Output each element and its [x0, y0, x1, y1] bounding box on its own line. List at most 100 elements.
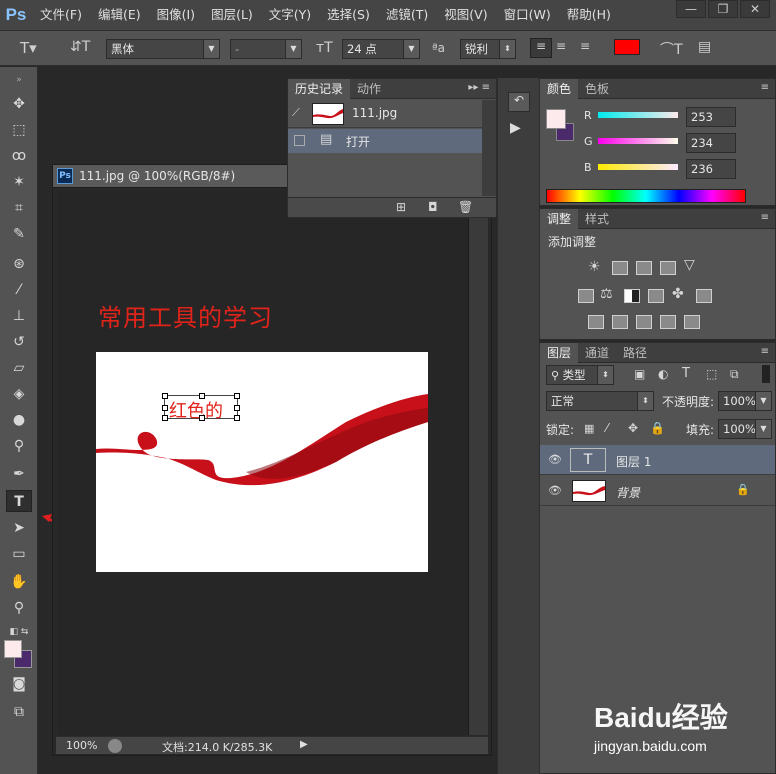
b-value-input[interactable]: 236 [686, 159, 736, 179]
exposure-icon[interactable] [660, 261, 676, 275]
menu-edit[interactable]: 编辑(E) [90, 0, 149, 30]
history-brush-tool-icon[interactable]: ↺ [6, 331, 32, 353]
black-white-icon[interactable] [624, 289, 640, 303]
g-value-input[interactable]: 234 [686, 133, 736, 153]
transform-handle[interactable] [234, 393, 240, 399]
hue-saturation-icon[interactable] [578, 289, 594, 303]
align-left-icon[interactable]: ≡ [530, 38, 552, 58]
foreground-color-swatch[interactable] [546, 109, 566, 129]
layer-filter-select[interactable]: ⚲ 类型 ⬍ [546, 365, 614, 385]
transform-handle[interactable] [199, 393, 205, 399]
magic-wand-tool-icon[interactable]: ✶ [6, 171, 32, 193]
g-slider[interactable] [598, 138, 678, 144]
warp-text-icon[interactable]: ⌒T [660, 39, 683, 59]
color-balance-icon[interactable]: ⚖ [600, 286, 613, 302]
paint-bucket-tool-icon[interactable]: ◈ [6, 383, 32, 405]
text-bounding-box[interactable]: 红色的 [162, 393, 240, 422]
camera-icon[interactable]: ◘ [428, 200, 438, 214]
menu-type[interactable]: 文字(Y) [261, 0, 319, 30]
tab-color[interactable]: 颜色 [540, 79, 579, 99]
screen-mode-icon[interactable]: ⧉ [6, 701, 32, 723]
history-checkbox[interactable] [294, 135, 305, 146]
gradient-map-icon[interactable] [660, 315, 676, 329]
tab-swatches[interactable]: 色板 [578, 79, 616, 99]
move-tool-icon[interactable]: ✥ [6, 93, 32, 115]
invert-icon[interactable] [588, 315, 604, 329]
filter-pixel-icon[interactable]: ▣ [634, 367, 645, 381]
foreground-color-swatch[interactable] [4, 640, 22, 658]
zoom-tool-icon[interactable]: ⚲ [6, 597, 32, 619]
font-family-select[interactable]: 黑体 ▼ [106, 39, 220, 59]
hand-tool-icon[interactable]: ✋ [6, 571, 32, 593]
eye-icon[interactable]: 👁 [548, 453, 562, 466]
restore-button[interactable]: ❐ [708, 0, 738, 18]
document-tab[interactable]: Ps 111.jpg @ 100%(RGB/8#) [52, 164, 292, 188]
b-slider[interactable] [598, 164, 678, 170]
transform-handle[interactable] [234, 405, 240, 411]
eye-icon[interactable]: 👁 [548, 484, 562, 497]
lasso-tool-icon[interactable]: ꝏ [6, 145, 32, 167]
shape-tool-icon[interactable]: ▭ [6, 543, 32, 565]
quick-mask-icon[interactable]: ◙ [6, 673, 32, 695]
brightness-icon[interactable]: ☀ [588, 259, 601, 275]
channel-mixer-icon[interactable]: ✤ [672, 286, 684, 302]
type-tool-preset-icon[interactable]: T▾ [20, 39, 37, 57]
threshold-icon[interactable] [636, 315, 652, 329]
antialias-select[interactable]: 锐利 ⬍ [460, 39, 516, 59]
tab-adjustments[interactable]: 调整 [540, 209, 579, 229]
history-brush-source-icon[interactable]: ⟋ [292, 106, 300, 120]
history-item[interactable]: ▤ 打开 [288, 129, 482, 153]
dodge-tool-icon[interactable]: ⚲ [6, 435, 32, 457]
filter-smart-object-icon[interactable]: ⧉ [730, 367, 739, 382]
new-document-icon[interactable]: ⊞ [396, 200, 406, 214]
menu-help[interactable]: 帮助(H) [559, 0, 619, 30]
layer-row-background[interactable]: 👁 背景 🔒 [540, 476, 775, 506]
align-center-icon[interactable]: ≡ [556, 39, 566, 53]
text-color-swatch[interactable] [614, 39, 640, 55]
pen-tool-icon[interactable]: ✒ [6, 463, 32, 485]
menu-layer[interactable]: 图层(L) [203, 0, 261, 30]
panel-menu-icon[interactable]: ≡ [761, 212, 769, 223]
lock-transparent-icon[interactable]: ▦ [584, 422, 594, 435]
tab-styles[interactable]: 样式 [578, 209, 616, 229]
tab-actions[interactable]: 动作 [350, 79, 388, 99]
tab-layers[interactable]: 图层 [540, 343, 579, 363]
collapse-icon[interactable]: » [6, 69, 32, 91]
panel-menu-icon[interactable]: ≡ [761, 82, 769, 93]
menu-image[interactable]: 图像(I) [149, 0, 203, 30]
font-size-select[interactable]: 24 点 ▼ [342, 39, 420, 59]
filter-shape-icon[interactable]: ⬚ [706, 367, 717, 381]
tab-history[interactable]: 历史记录 [288, 79, 351, 99]
character-panel-icon[interactable]: ▤ [698, 39, 711, 55]
curves-icon[interactable] [636, 261, 652, 275]
fill-input[interactable]: 100% ▼ [718, 419, 772, 439]
transform-handle[interactable] [234, 415, 240, 421]
filter-toggle[interactable] [762, 365, 770, 383]
actions-play-icon[interactable]: ▶ [510, 120, 521, 136]
vertical-scrollbar[interactable] [468, 190, 488, 735]
selective-color-icon[interactable] [684, 315, 700, 329]
panel-menu-icon[interactable]: ≡ [761, 346, 769, 357]
transform-handle[interactable] [199, 415, 205, 421]
color-spectrum[interactable] [546, 189, 746, 203]
panel-menu-icon[interactable]: ▸▸ ≡ [468, 82, 490, 93]
menu-select[interactable]: 选择(S) [319, 0, 378, 30]
history-snapshot-row[interactable]: ⟋ 111.jpg [288, 100, 482, 128]
align-right-icon[interactable]: ≡ [580, 39, 590, 53]
vibrance-icon[interactable]: ▽ [684, 257, 695, 273]
status-menu-arrow-icon[interactable]: ▶ [300, 739, 308, 750]
text-orientation-icon[interactable]: ⇵T [70, 39, 90, 55]
healing-brush-tool-icon[interactable]: ⊛ [6, 253, 32, 275]
status-info-icon[interactable] [108, 739, 122, 753]
zoom-level[interactable]: 100% [66, 739, 97, 752]
crop-tool-icon[interactable]: ⌗ [6, 197, 32, 219]
layer-row-text[interactable]: 👁 T 图层 1 [540, 445, 775, 475]
menu-view[interactable]: 视图(V) [436, 0, 495, 30]
color-lookup-icon[interactable] [696, 289, 712, 303]
filter-type-icon[interactable]: T [682, 366, 690, 381]
r-slider[interactable] [598, 112, 678, 118]
photo-filter-icon[interactable] [648, 289, 664, 303]
eyedropper-tool-icon[interactable]: ✎ [6, 223, 32, 245]
close-button[interactable]: ✕ [740, 0, 770, 18]
transform-handle[interactable] [162, 393, 168, 399]
